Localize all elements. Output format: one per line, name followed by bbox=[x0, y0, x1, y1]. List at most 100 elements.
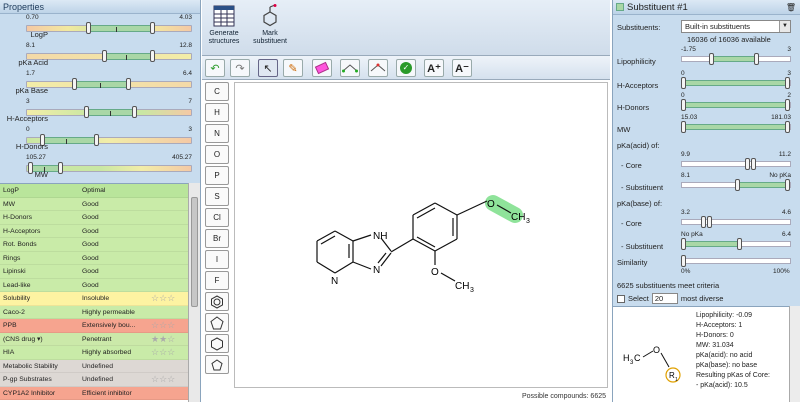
select-checkbox[interactable] bbox=[617, 294, 625, 303]
atom-button-o[interactable]: O bbox=[205, 145, 229, 164]
chain-tool[interactable] bbox=[340, 59, 360, 77]
pka-acid-core-min-handle[interactable] bbox=[745, 158, 750, 170]
logp-min-handle[interactable] bbox=[86, 22, 91, 34]
zoom-out-button[interactable]: A⁻ bbox=[452, 59, 472, 77]
redo-button[interactable]: ↷ bbox=[230, 59, 250, 77]
atom-button-s[interactable]: S bbox=[205, 187, 229, 206]
pka-base-sub-min-handle[interactable] bbox=[681, 238, 686, 250]
lipophilicity-min-handle[interactable] bbox=[709, 53, 714, 65]
trash-icon[interactable]: 🗑 bbox=[786, 0, 796, 15]
o-label: O bbox=[653, 345, 660, 355]
hexagon-ring-button[interactable] bbox=[205, 292, 229, 311]
pka-base-core-slider[interactable]: 3.2 4.6 bbox=[681, 209, 791, 231]
pka-base-core-max-handle[interactable] bbox=[707, 216, 712, 228]
pka-acid-min-handle[interactable] bbox=[102, 50, 107, 62]
mw-slider[interactable]: 105.27 405.27 MW bbox=[0, 154, 196, 184]
atom-button-h[interactable]: H bbox=[205, 103, 229, 122]
eraser-tool[interactable] bbox=[312, 59, 332, 77]
molecule-canvas[interactable]: NH N N O CH 3 O CH 3 bbox=[234, 82, 608, 388]
clean-button[interactable]: ✓ bbox=[396, 59, 416, 77]
table-row[interactable]: HIA Highly absorbed ☆☆☆ bbox=[0, 346, 188, 360]
h-acceptors-slider[interactable]: 3 7 H-Acceptors bbox=[0, 98, 196, 128]
mw-sub-max-handle[interactable] bbox=[785, 121, 790, 133]
substituents-select[interactable]: Built-in substituents ▼ bbox=[681, 20, 791, 33]
substituent-detail-list[interactable]: H 3 C O R 1 Lipophilicity: -0.09 H-Accept… bbox=[613, 306, 800, 402]
pka-base-sub-max-handle[interactable] bbox=[737, 238, 742, 250]
pka-acid-core-max-handle[interactable] bbox=[751, 158, 756, 170]
mw-min-handle[interactable] bbox=[28, 162, 33, 174]
lipophilicity-slider[interactable]: -1.75 3 bbox=[681, 46, 791, 68]
table-row[interactable]: LogP Optimal bbox=[0, 184, 188, 198]
atom-button-i[interactable]: I bbox=[205, 250, 229, 269]
mw-sub-slider[interactable]: 15.03 181.03 bbox=[681, 114, 791, 136]
table-row[interactable]: CYP1A2 Inhibitor Efficient inhibitor bbox=[0, 386, 188, 400]
pka-base-min-handle[interactable] bbox=[72, 78, 77, 90]
pka-acid-slider[interactable]: 8.1 12.8 pKa Acid bbox=[0, 42, 196, 72]
h-acceptors-max-handle[interactable] bbox=[132, 106, 137, 118]
table-row[interactable]: H-Acceptors Good bbox=[0, 224, 188, 238]
table-row[interactable]: Caco-2 Highly permeable bbox=[0, 305, 188, 319]
property-table-scrollbar[interactable] bbox=[188, 183, 200, 402]
logp-slider[interactable]: 0.70 4.03 LogP bbox=[0, 14, 196, 44]
property-value: Optimal bbox=[82, 187, 106, 194]
h-donors-sub-min-handle[interactable] bbox=[681, 99, 686, 111]
table-row[interactable]: Lead-like Good bbox=[0, 278, 188, 292]
eraser-icon bbox=[314, 61, 330, 75]
undo-button[interactable]: ↶ bbox=[205, 59, 225, 77]
table-row[interactable]: Rings Good bbox=[0, 251, 188, 265]
lipophilicity-max-handle[interactable] bbox=[754, 53, 759, 65]
h-donors-max-handle[interactable] bbox=[94, 134, 99, 146]
table-row[interactable]: (CNS drug ▾) Penetrant ★★☆ bbox=[0, 332, 188, 346]
table-row[interactable]: H-Donors Good bbox=[0, 211, 188, 225]
h-acceptors-sub-slider[interactable]: 0 3 bbox=[681, 70, 791, 92]
table-row[interactable]: Lipinski Good bbox=[0, 265, 188, 279]
atom-button-f[interactable]: F bbox=[205, 271, 229, 290]
pka-acid-sub-slider[interactable]: 8.1 No pKa bbox=[681, 172, 791, 194]
logp-max-handle[interactable] bbox=[150, 22, 155, 34]
zoom-in-button[interactable]: A⁺ bbox=[424, 59, 444, 77]
rating-stars: ☆☆☆ bbox=[151, 320, 176, 330]
h-donors-sub-max: 2 bbox=[787, 92, 791, 99]
pka-base-slider[interactable]: 1.7 6.4 pKa Base bbox=[0, 70, 196, 100]
similarity-handle[interactable] bbox=[681, 255, 686, 267]
draw-tool[interactable]: ✎ bbox=[283, 59, 303, 77]
pka-acid-core-slider[interactable]: 9.9 11.2 bbox=[681, 151, 791, 173]
pka-acid-sub-max-handle[interactable] bbox=[785, 179, 790, 191]
select-tool[interactable]: ↖ bbox=[258, 59, 278, 77]
table-row[interactable]: MW Good bbox=[0, 197, 188, 211]
pka-base-max: 6.4 bbox=[182, 70, 192, 77]
h-donors-sub-slider[interactable]: 0 2 bbox=[681, 92, 791, 114]
detail-scrollbar[interactable] bbox=[789, 306, 800, 402]
select-count-input[interactable]: 20 bbox=[651, 293, 678, 304]
pka-base-core-min-handle[interactable] bbox=[701, 216, 706, 228]
mw-max-handle[interactable] bbox=[58, 162, 63, 174]
cyclohexane-ring-button[interactable] bbox=[205, 334, 229, 353]
pka-base-max-handle[interactable] bbox=[126, 78, 131, 90]
scroll-thumb[interactable] bbox=[191, 197, 198, 307]
chevron-down-icon[interactable]: ▼ bbox=[779, 21, 790, 32]
bond-tool[interactable] bbox=[368, 59, 388, 77]
atom-button-br[interactable]: Br bbox=[205, 229, 229, 248]
h-acceptors-min-handle[interactable] bbox=[84, 106, 89, 118]
mark-substituent-button[interactable]: Mark substituent bbox=[248, 4, 292, 46]
pentagon-ring-button[interactable] bbox=[205, 313, 229, 332]
mw-sub-min-handle[interactable] bbox=[681, 121, 686, 133]
table-row[interactable]: P-gp Substrates Undefined ☆☆☆ bbox=[0, 373, 188, 387]
atom-button-p[interactable]: P bbox=[205, 166, 229, 185]
table-row[interactable]: Solubility Insoluble ☆☆☆ bbox=[0, 292, 188, 306]
table-row[interactable]: Rot. Bonds Good bbox=[0, 238, 188, 252]
table-row[interactable]: Metabolic Stability Undefined bbox=[0, 359, 188, 373]
atom-button-cl[interactable]: Cl bbox=[205, 208, 229, 227]
pka-acid-max-handle[interactable] bbox=[150, 50, 155, 62]
h-donors-slider[interactable]: 0 3 H-Donors bbox=[0, 126, 196, 156]
generate-structures-button[interactable]: Generate structures bbox=[202, 4, 246, 46]
table-row[interactable]: PPB Extensively bou... ☆☆☆ bbox=[0, 319, 188, 333]
cyclopentane-ring-button[interactable] bbox=[205, 355, 229, 374]
pka-acid-sub-min-handle[interactable] bbox=[735, 179, 740, 191]
atom-button-c[interactable]: C bbox=[205, 82, 229, 101]
h-donors-sub-max-handle[interactable] bbox=[785, 99, 790, 111]
pka-base-sub-slider[interactable]: No pKa 6.4 bbox=[681, 231, 791, 253]
h-acceptors-sub-max-handle[interactable] bbox=[785, 77, 790, 89]
h-acceptors-sub-min-handle[interactable] bbox=[681, 77, 686, 89]
atom-button-n[interactable]: N bbox=[205, 124, 229, 143]
